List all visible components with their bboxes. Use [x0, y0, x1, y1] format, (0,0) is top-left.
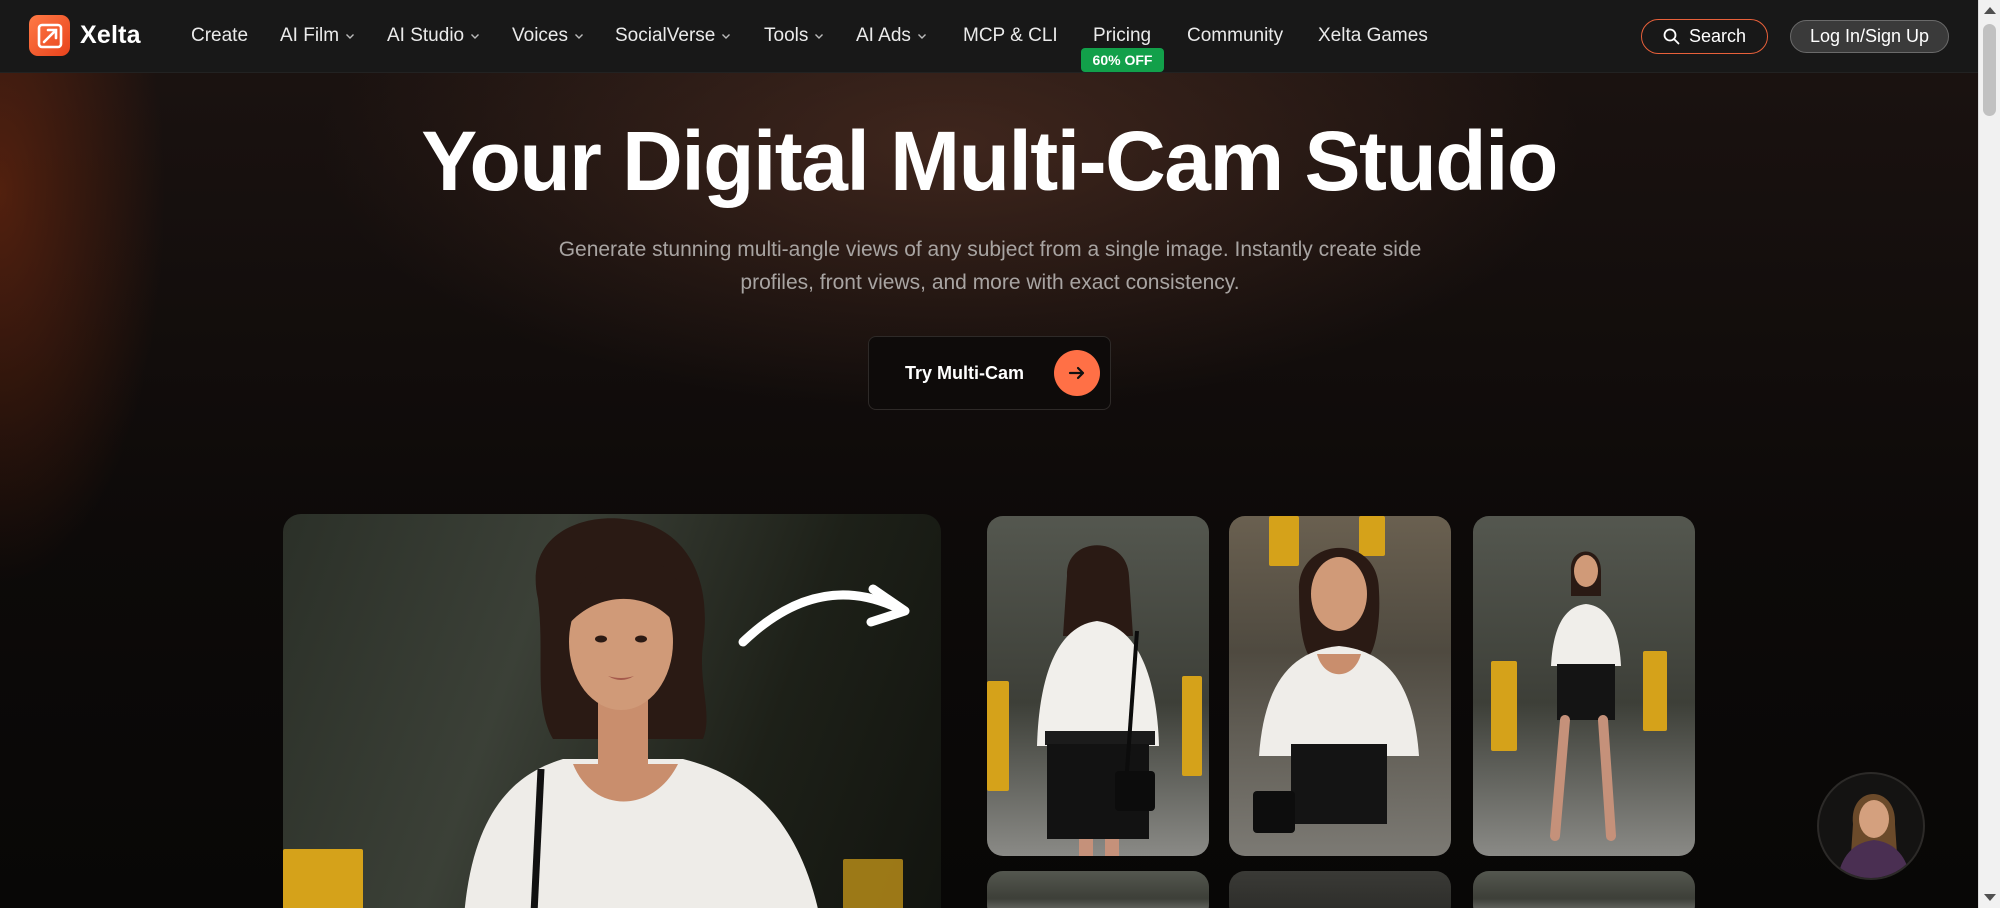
- view-thumbnail-6: [1473, 871, 1695, 908]
- chevron-down-icon: [346, 34, 355, 39]
- nav-item-xelta-games[interactable]: Xelta Games: [1318, 22, 1428, 50]
- nav-label: AI Film: [280, 25, 340, 46]
- nav-item-community[interactable]: Community: [1187, 22, 1283, 50]
- search-label: Search: [1688, 26, 1747, 46]
- nav-item-create[interactable]: Create: [191, 22, 248, 50]
- nav-item-voices[interactable]: Voices: [512, 22, 584, 50]
- search-icon: [1663, 28, 1680, 45]
- hero-section: Your Digital Multi-Cam Studio Generate s…: [0, 73, 1978, 908]
- nav-label: AI Studio: [387, 25, 465, 46]
- chevron-down-icon: [917, 34, 926, 39]
- nav-item-tools[interactable]: Tools: [764, 22, 824, 50]
- brand-logo[interactable]: Xelta: [29, 15, 141, 56]
- view-thumbnail-full-body: [1473, 516, 1695, 856]
- chevron-down-icon: [722, 34, 731, 39]
- nav-label: MCP & CLI: [963, 25, 1058, 46]
- nav-item-mcp-cli[interactable]: MCP & CLI: [963, 22, 1058, 50]
- hero-title: Your Digital Multi-Cam Studio: [421, 114, 1558, 208]
- source-image-woman-portrait: [283, 514, 941, 908]
- nav-item-socialverse[interactable]: SocialVerse: [615, 22, 731, 50]
- nav-label: Create: [191, 25, 249, 46]
- nav-item-ai-studio[interactable]: AI Studio: [387, 22, 480, 50]
- nav-label: Voices: [512, 25, 568, 46]
- nav-label: Pricing: [1093, 25, 1152, 46]
- chevron-down-icon: [471, 34, 480, 39]
- scroll-up-arrow-icon[interactable]: [1984, 7, 1996, 14]
- chevron-down-icon: [574, 34, 583, 39]
- avatar-icon: [1837, 794, 1911, 878]
- scroll-down-arrow-icon[interactable]: [1984, 894, 1996, 901]
- arrow-right-icon: [1054, 350, 1100, 396]
- page-scrollbar[interactable]: [1978, 0, 2000, 908]
- brand-name: Xelta: [80, 21, 141, 49]
- nav-label: AI Ads: [856, 25, 911, 46]
- login-signup-button[interactable]: Log In/Sign Up: [1790, 20, 1949, 53]
- cta-label: Try Multi-Cam: [905, 362, 1025, 383]
- top-nav: Xelta Create AI Film AI Studio Voices So…: [0, 0, 1978, 73]
- xelta-logo-icon: [29, 15, 70, 56]
- assistant-avatar-button[interactable]: [1817, 772, 1925, 880]
- view-thumbnail-5: [1229, 871, 1451, 908]
- nav-label: SocialVerse: [615, 25, 716, 46]
- nav-label: Community: [1187, 25, 1284, 46]
- nav-label: Tools: [764, 25, 809, 46]
- nav-item-ai-ads[interactable]: AI Ads: [856, 22, 927, 50]
- search-button[interactable]: Search: [1641, 19, 1768, 54]
- nav-item-pricing[interactable]: Pricing: [1093, 22, 1151, 50]
- nav-item-ai-film[interactable]: AI Film: [280, 22, 355, 50]
- view-thumbnail-back: [987, 516, 1209, 856]
- hero-subtitle: Generate stunning multi-angle views of a…: [558, 238, 1422, 294]
- view-thumbnail-front: [1229, 516, 1451, 856]
- nav-label: Xelta Games: [1318, 25, 1428, 46]
- pricing-discount-badge: 60% OFF: [1081, 48, 1164, 72]
- try-multi-cam-button[interactable]: Try Multi-Cam: [868, 336, 1111, 410]
- chevron-down-icon: [815, 34, 824, 39]
- view-thumbnail-4: [987, 871, 1209, 908]
- scrollbar-thumb[interactable]: [1983, 24, 1996, 116]
